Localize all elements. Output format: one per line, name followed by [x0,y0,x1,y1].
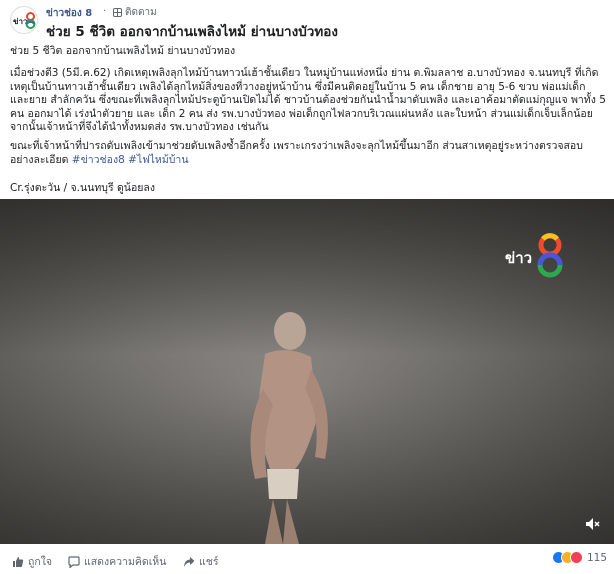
like-button[interactable]: ถูกใจ [12,553,52,570]
separator-dot: · [103,6,107,17]
post-action-bar: ถูกใจ แสดงความคิดเห็น แชร์ 115 [0,544,614,574]
page-name-link[interactable]: ข่าวช่อง 8 [46,6,92,21]
follow-label: ติดตาม [125,7,157,18]
hashtag-link[interactable]: #ข่าวช่อง8 [72,154,125,166]
post-title: ช่วย 5 ชีวิต ออกจากบ้านเพลิงไหม้ ย่านบาง… [46,24,338,40]
follow-button[interactable]: ติดตาม [113,5,157,20]
post-credit[interactable]: Cr.รุ่งตะวัน / จ.นนทบุรี ดูน้อยลง [10,179,155,196]
follow-icon [113,8,122,17]
post-header: ข่าว ข่าวช่อง 8 · ติดตาม ช่วย 5 ชีวิต ออ… [0,0,614,40]
thumbs-up-icon [13,556,24,567]
hashtag-link[interactable]: #ไฟไหม้บ้าน [128,154,188,166]
comment-label: แสดงความคิดเห็น [84,556,167,568]
comment-icon [68,555,80,568]
share-button[interactable]: แชร์ [183,553,219,570]
comment-button[interactable]: แสดงความคิดเห็น [68,553,166,570]
volume-muted-icon[interactable] [584,516,600,532]
like-label: ถูกใจ [28,556,52,568]
share-label: แชร์ [199,556,219,568]
reaction-count: 115 [587,551,608,564]
video-player[interactable]: ข่าว [0,199,614,544]
post-subtitle: ช่วย 5 ชีวิต ออกจากบ้านเพลิงไหม้ ย่านบาง… [10,45,236,57]
page-avatar[interactable]: ข่าว [10,6,38,34]
channel8-logo-icon [25,12,36,29]
watermark-label: ข่าว [505,249,533,267]
post-body-2: ขณะที่เจ้าหน้าที่ปารถดับเพลิงเข้ามาช่วยด… [10,140,606,167]
video-person-figure [250,312,328,544]
post-body: เมื่อช่วงตี3 (5มี.ค.62) เกิดเหตุเพลิงลุก… [10,67,606,133]
share-icon [184,556,195,567]
reaction-summary[interactable]: 115 [552,551,607,564]
channel-watermark: ข่าว [505,231,567,281]
sad-reaction-icon [570,551,583,564]
channel8-logo-icon [537,233,563,278]
